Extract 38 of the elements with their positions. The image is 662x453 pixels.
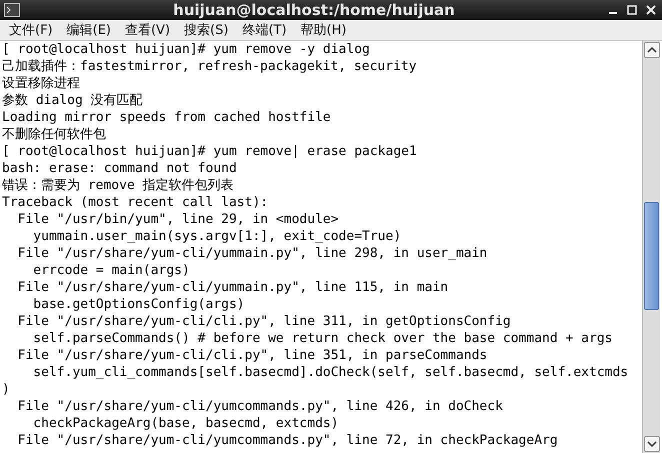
terminal-icon	[4, 3, 20, 17]
terminal-line: [ root@localhost huijuan]# yum remove -y dialog	[2, 41, 371, 58]
terminal-line: Traceback (most recent call last):	[2, 194, 270, 211]
terminal-line: File "/usr/share/yum-cli/cli.py", line 311, in getOptionsConfig	[16, 313, 512, 330]
scroll-up-icon[interactable]	[644, 42, 660, 58]
terminal-line: )	[2, 381, 11, 398]
terminal-line: 设置移除进程	[2, 75, 81, 92]
terminal-line: errcode = main(args)	[32, 262, 191, 279]
menu-item[interactable]: 编辑(E)	[66, 21, 111, 39]
terminal-line: File "/usr/share/yum-cli/yumcommands.py", line 426, in doCheck	[16, 398, 504, 415]
terminal-line: bash: erase: command not found	[2, 160, 238, 177]
scrollbar[interactable]	[642, 41, 660, 453]
terminal-line: Loading mirror speeds from cached hostfile	[2, 109, 332, 126]
close-icon[interactable]	[646, 5, 656, 15]
terminal-line: 不删除任何软件包	[2, 126, 107, 143]
menu-item[interactable]: 文件(F)	[9, 21, 53, 39]
terminal-line: self.yum_cli_commands[self.basecmd].doCheck(self, self.basecmd, self.extcmds	[32, 364, 630, 381]
scroll-down-icon[interactable]	[644, 436, 660, 452]
terminal-line: self.parseCommands() # before we return check over the base command + args	[32, 330, 614, 347]
terminal-line: checkPackageArg(base, basecmd, extcmds)	[32, 415, 340, 432]
window-title: huijuan@localhost:/home/huijuan	[172, 1, 456, 19]
scrollbar-thumb[interactable]	[644, 202, 659, 310]
menu-item[interactable]: 查看(V)	[124, 21, 170, 39]
menu-item[interactable]: 终端(T)	[242, 21, 287, 39]
terminal-line: 己加载插件：fastestmirror, refresh-packagekit, security	[2, 58, 418, 75]
terminal-line: File "/usr/share/yum-cli/cli.py", line 351, in parseCommands	[16, 347, 488, 364]
terminal-line: File "/usr/share/yum-cli/yummain.py", line 115, in main	[16, 279, 450, 296]
maximize-icon[interactable]	[627, 5, 637, 15]
terminal-line: File "/usr/share/yum-cli/yummain.py", line 298, in user_main	[16, 245, 488, 262]
terminal-line: yummain.user_main(sys.argv[1:], exit_code=True)	[32, 228, 402, 245]
menu-item[interactable]: 帮助(H)	[300, 21, 346, 39]
terminal-line: File "/usr/share/yum-cli/yumcommands.py", line 72, in checkPackageArg	[16, 432, 559, 449]
terminal-line: [ root@localhost huijuan]# yum remove| erase package1	[2, 143, 418, 160]
terminal-line: 错误：需要为 remove 指定软件包列表	[2, 177, 235, 194]
terminal-line: 参数 dialog 没有匹配	[2, 92, 144, 109]
terminal-line: base.getOptionsConfig(args)	[32, 296, 246, 313]
terminal-line: File "/usr/bin/yum", line 29, in <module>	[16, 211, 340, 228]
menu-item[interactable]: 搜索(S)	[184, 21, 228, 39]
